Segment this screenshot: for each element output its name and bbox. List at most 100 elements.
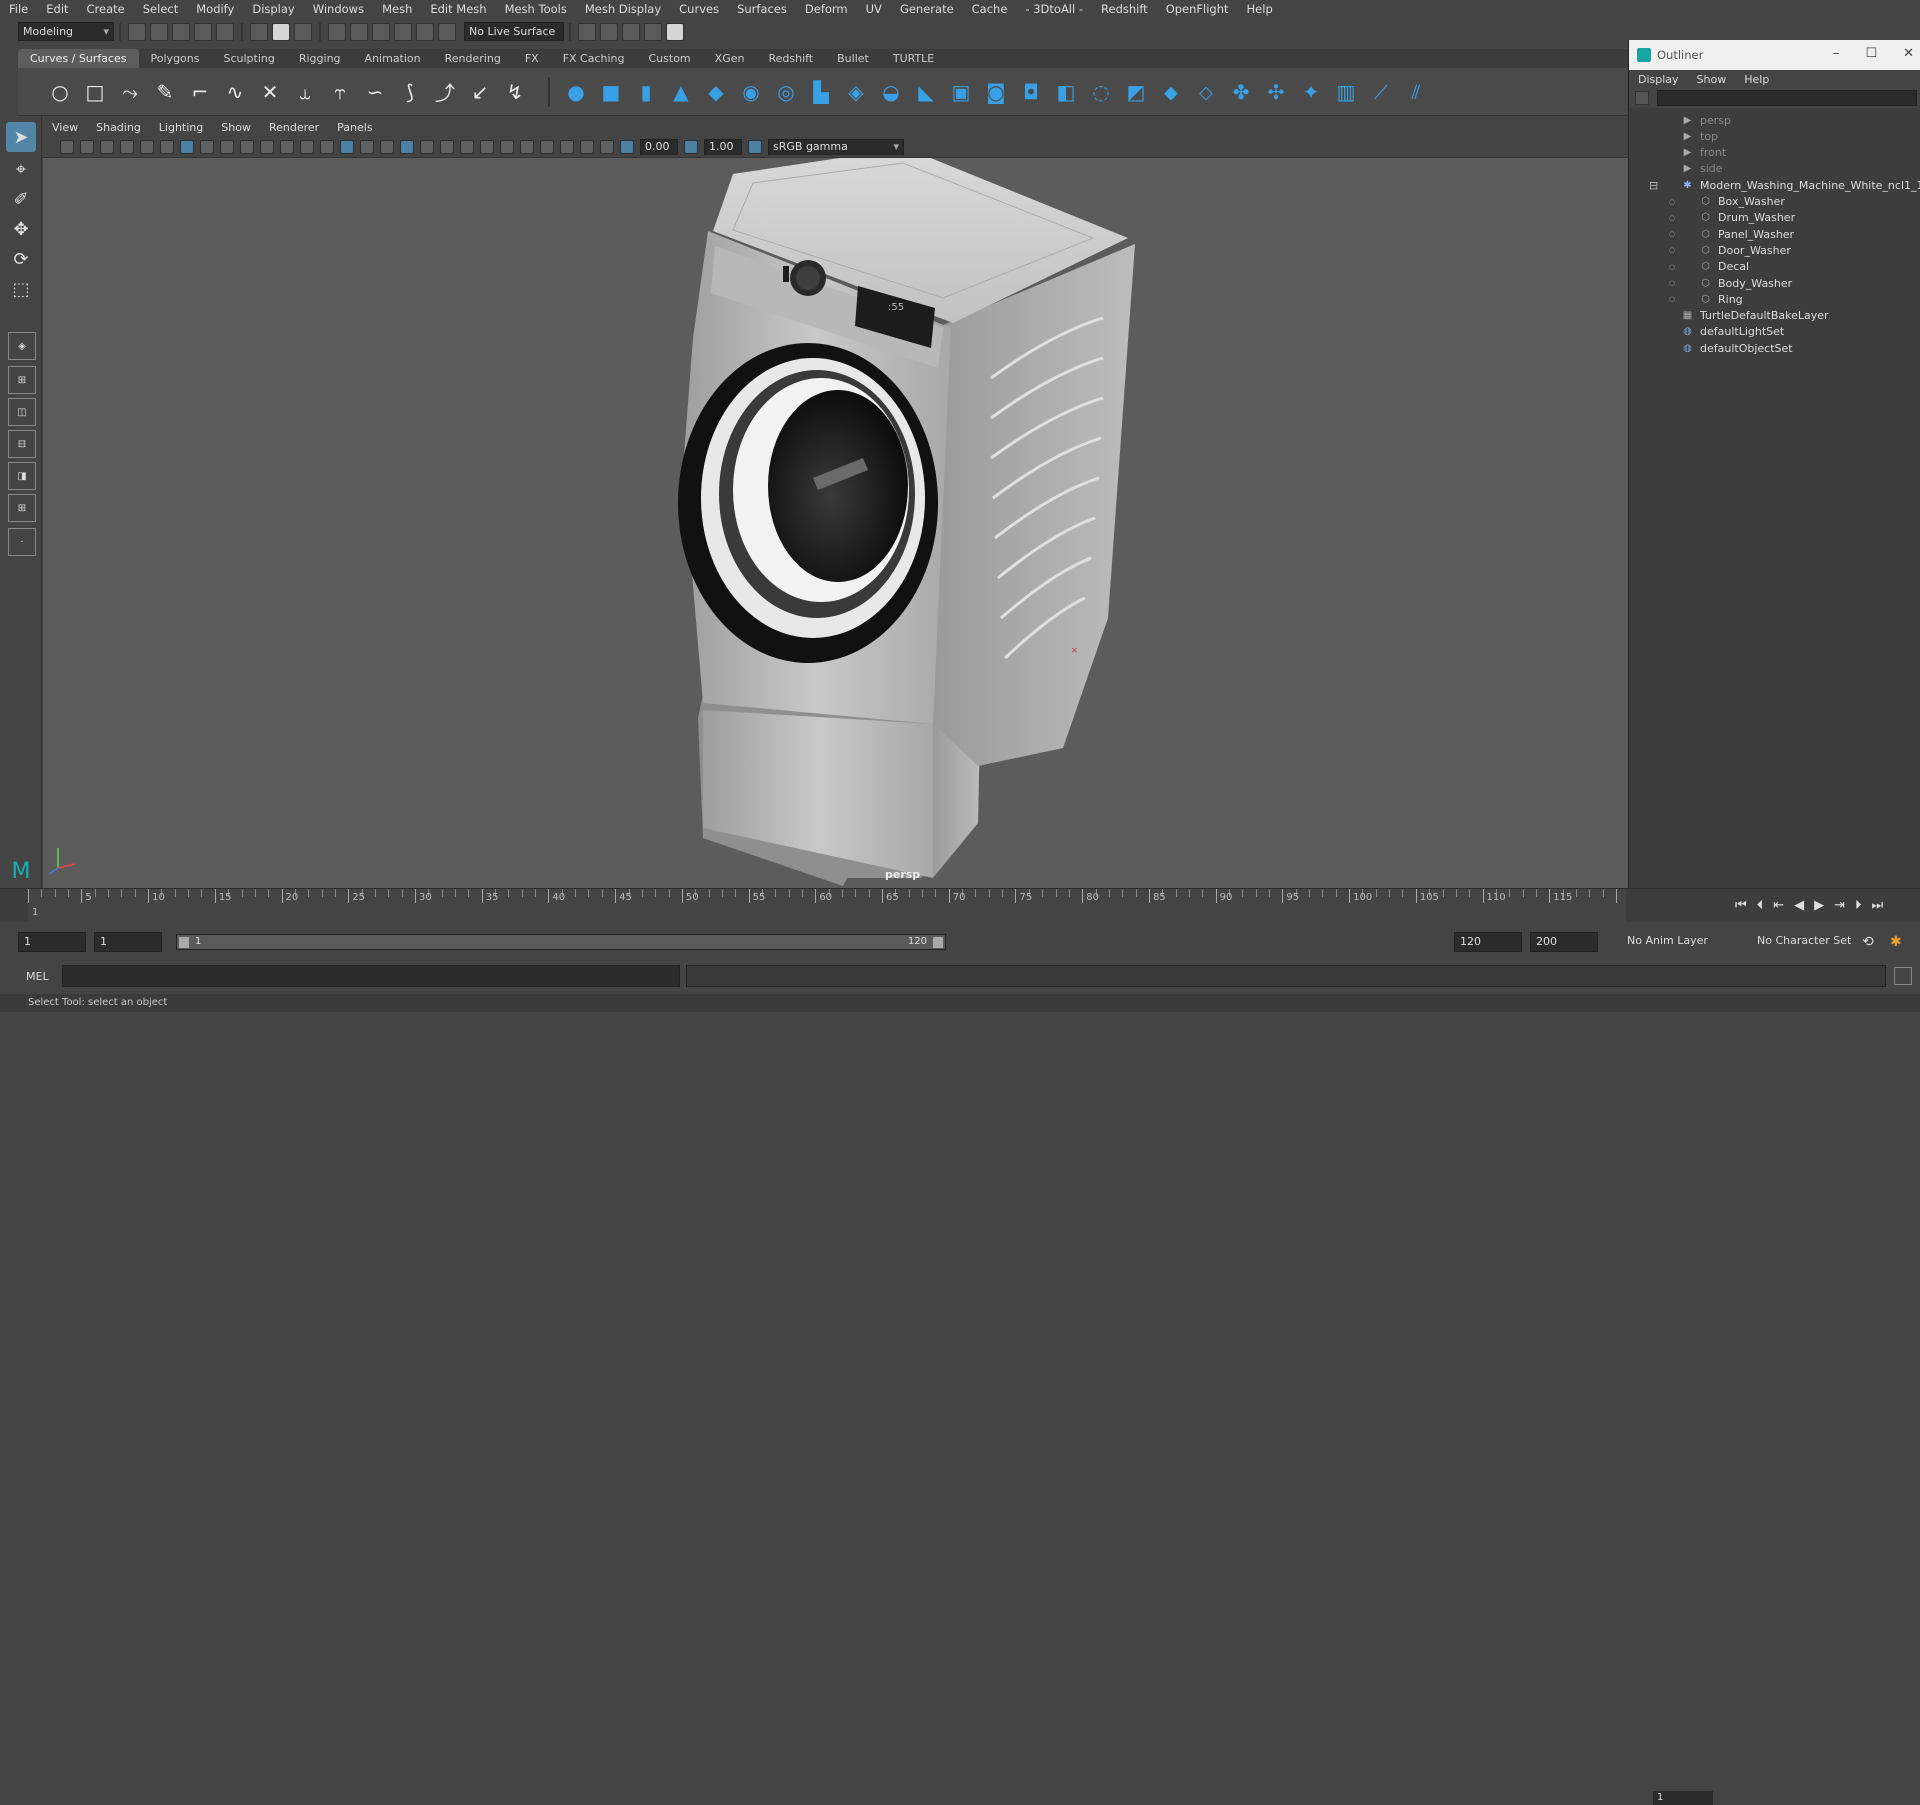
mode-selector[interactable]: Modeling: [18, 22, 114, 41]
shadows-icon[interactable]: [440, 139, 454, 154]
exposure-field[interactable]: 0.00: [640, 138, 678, 155]
menu-uv[interactable]: UV: [857, 2, 891, 16]
untrim-icon[interactable]: ◌: [1087, 78, 1115, 106]
menu-generate[interactable]: Generate: [891, 2, 963, 16]
panel-menu-shading[interactable]: Shading: [87, 121, 150, 134]
rebuild-curve-icon[interactable]: ∽: [361, 78, 389, 106]
nurbs-plane-icon[interactable]: ◆: [702, 78, 730, 106]
script-editor-icon[interactable]: [1894, 967, 1912, 985]
panel-menu-view[interactable]: View: [43, 121, 87, 134]
xray-joints-icon[interactable]: [580, 139, 594, 154]
panel-menu-panels[interactable]: Panels: [328, 121, 381, 134]
attach-surfaces-icon[interactable]: ⬦: [1192, 78, 1220, 106]
anti-aliasing-icon[interactable]: [500, 139, 514, 154]
menu-mesh-tools[interactable]: Mesh Tools: [496, 2, 576, 16]
search-options-icon[interactable]: [1635, 91, 1649, 105]
menu-openflight[interactable]: OpenFlight: [1157, 2, 1238, 16]
shelf-tab-redshift[interactable]: Redshift: [756, 49, 825, 68]
open-scene-icon[interactable]: [150, 22, 168, 41]
character-set-select[interactable]: No Character Set: [1752, 932, 1870, 952]
animation-start-field[interactable]: 1: [18, 932, 86, 952]
film-gate-icon[interactable]: [200, 139, 214, 154]
rotate-tool-icon[interactable]: ⟳: [6, 244, 36, 274]
project-on-surface-icon[interactable]: ◘: [1017, 78, 1045, 106]
time-ruler[interactable]: 1 5 10 15 20 25 30 35 40 45 50 55 60 65 70 75 80 85 90 95 10…: [28, 889, 1626, 923]
snap-curve-icon[interactable]: [350, 22, 368, 41]
select-tool-icon[interactable]: ➤: [6, 122, 36, 152]
bookmark-icon[interactable]: [100, 139, 114, 154]
menu-mesh-display[interactable]: Mesh Display: [576, 2, 670, 16]
render-frame-icon[interactable]: [600, 22, 618, 41]
play-forward-icon[interactable]: ▶: [1814, 898, 1824, 913]
insert-isoparm-icon[interactable]: ⬥: [1157, 78, 1185, 106]
pencil-curve-icon[interactable]: ✎: [151, 78, 179, 106]
menu-cache[interactable]: Cache: [963, 2, 1017, 16]
loft-icon[interactable]: ▙: [807, 78, 835, 106]
menu-curves[interactable]: Curves: [670, 2, 728, 16]
select-hierarchy-icon[interactable]: [250, 22, 268, 41]
rebuild-surface-icon[interactable]: ✦: [1297, 78, 1325, 106]
extend-surface-icon[interactable]: ◩: [1122, 78, 1150, 106]
anim-layer-select[interactable]: No Anim Layer: [1622, 932, 1740, 952]
current-frame-field[interactable]: 1: [1653, 1791, 1713, 1805]
range-start-handle[interactable]: [179, 937, 189, 948]
outliner-menu-show[interactable]: Show: [1688, 73, 1736, 86]
menu-3dtoall[interactable]: - 3DtoAll -: [1016, 2, 1092, 16]
animation-end-field[interactable]: 200: [1530, 932, 1598, 952]
step-back-key-icon[interactable]: ⇤: [1773, 898, 1784, 913]
menu-deform[interactable]: Deform: [796, 2, 857, 16]
play-backward-icon[interactable]: ◀: [1794, 898, 1804, 913]
intersect-surfaces-icon[interactable]: ◙: [982, 78, 1010, 106]
color-management-icon[interactable]: [748, 139, 762, 154]
panel-menu-show[interactable]: Show: [212, 121, 260, 134]
outliner-menu-help[interactable]: Help: [1735, 73, 1778, 86]
menu-create[interactable]: Create: [78, 2, 134, 16]
menu-windows[interactable]: Windows: [304, 2, 373, 16]
menu-display[interactable]: Display: [243, 2, 303, 16]
collapse-icon[interactable]: ⊟: [1649, 179, 1658, 192]
camera-attributes-icon[interactable]: [80, 139, 94, 154]
extrude-icon[interactable]: ◒: [877, 78, 905, 106]
outliner-search-input[interactable]: [1657, 90, 1917, 106]
surface-edit-icon[interactable]: ⟋: [1367, 78, 1395, 106]
live-surface-field[interactable]: No Live Surface: [464, 22, 564, 41]
redo-icon[interactable]: [216, 22, 234, 41]
step-back-icon[interactable]: ⏴: [1757, 898, 1764, 913]
cv-curve-icon[interactable]: ⤳: [116, 78, 144, 106]
four-pane-layout-icon[interactable]: ⊞: [8, 366, 36, 394]
nurbs-torus-icon[interactable]: ◉: [737, 78, 765, 106]
outliner-persp-layout-icon[interactable]: ◨: [8, 462, 36, 490]
gamma-icon[interactable]: [684, 139, 698, 154]
use-all-lights-icon[interactable]: [420, 139, 434, 154]
go-to-end-icon[interactable]: ⏭: [1872, 898, 1884, 913]
trim-tool-icon[interactable]: ◧: [1052, 78, 1080, 106]
offset-curve-icon[interactable]: ⤴: [431, 78, 459, 106]
menu-edit[interactable]: Edit: [37, 2, 77, 16]
undo-icon[interactable]: [194, 22, 212, 41]
smooth-shade-icon[interactable]: [340, 139, 354, 154]
curve-tool-icon[interactable]: ↯: [501, 78, 529, 106]
panel-menu-renderer[interactable]: Renderer: [260, 121, 328, 134]
ipr-render-icon[interactable]: [622, 22, 640, 41]
two-pane-horizontal-layout-icon[interactable]: ⊟: [8, 430, 36, 458]
select-object-icon[interactable]: [272, 22, 290, 41]
snap-point-icon[interactable]: [372, 22, 390, 41]
snap-surface-icon[interactable]: [416, 22, 434, 41]
select-component-icon[interactable]: [294, 22, 312, 41]
time-slider[interactable]: 1 5 10 15 20 25 30 35 40 45 50 55 60 65 70 75 80 85 90 95 10…: [0, 888, 1920, 1805]
snap-grid-icon[interactable]: [328, 22, 346, 41]
paint-select-tool-icon[interactable]: ✐: [6, 184, 36, 214]
render-settings-icon[interactable]: [644, 22, 662, 41]
nurbs-cone-icon[interactable]: ▲: [667, 78, 695, 106]
stitch-edges-icon[interactable]: ⫽: [1402, 78, 1430, 106]
shelf-tab-custom[interactable]: Custom: [637, 49, 703, 68]
nurbs-circle-icon[interactable]: ○: [46, 78, 74, 106]
resolution-gate-icon[interactable]: [220, 139, 234, 154]
open-close-surface-icon[interactable]: ✣: [1262, 78, 1290, 106]
outliner-menu-display[interactable]: Display: [1629, 73, 1688, 86]
curve-intersect-icon[interactable]: ✕: [256, 78, 284, 106]
shelf-tab-xgen[interactable]: XGen: [703, 49, 757, 68]
select-camera-icon[interactable]: [60, 139, 74, 154]
shelf-tab-fx[interactable]: FX: [513, 49, 551, 68]
shelf-tab-fx-caching[interactable]: FX Caching: [551, 49, 637, 68]
